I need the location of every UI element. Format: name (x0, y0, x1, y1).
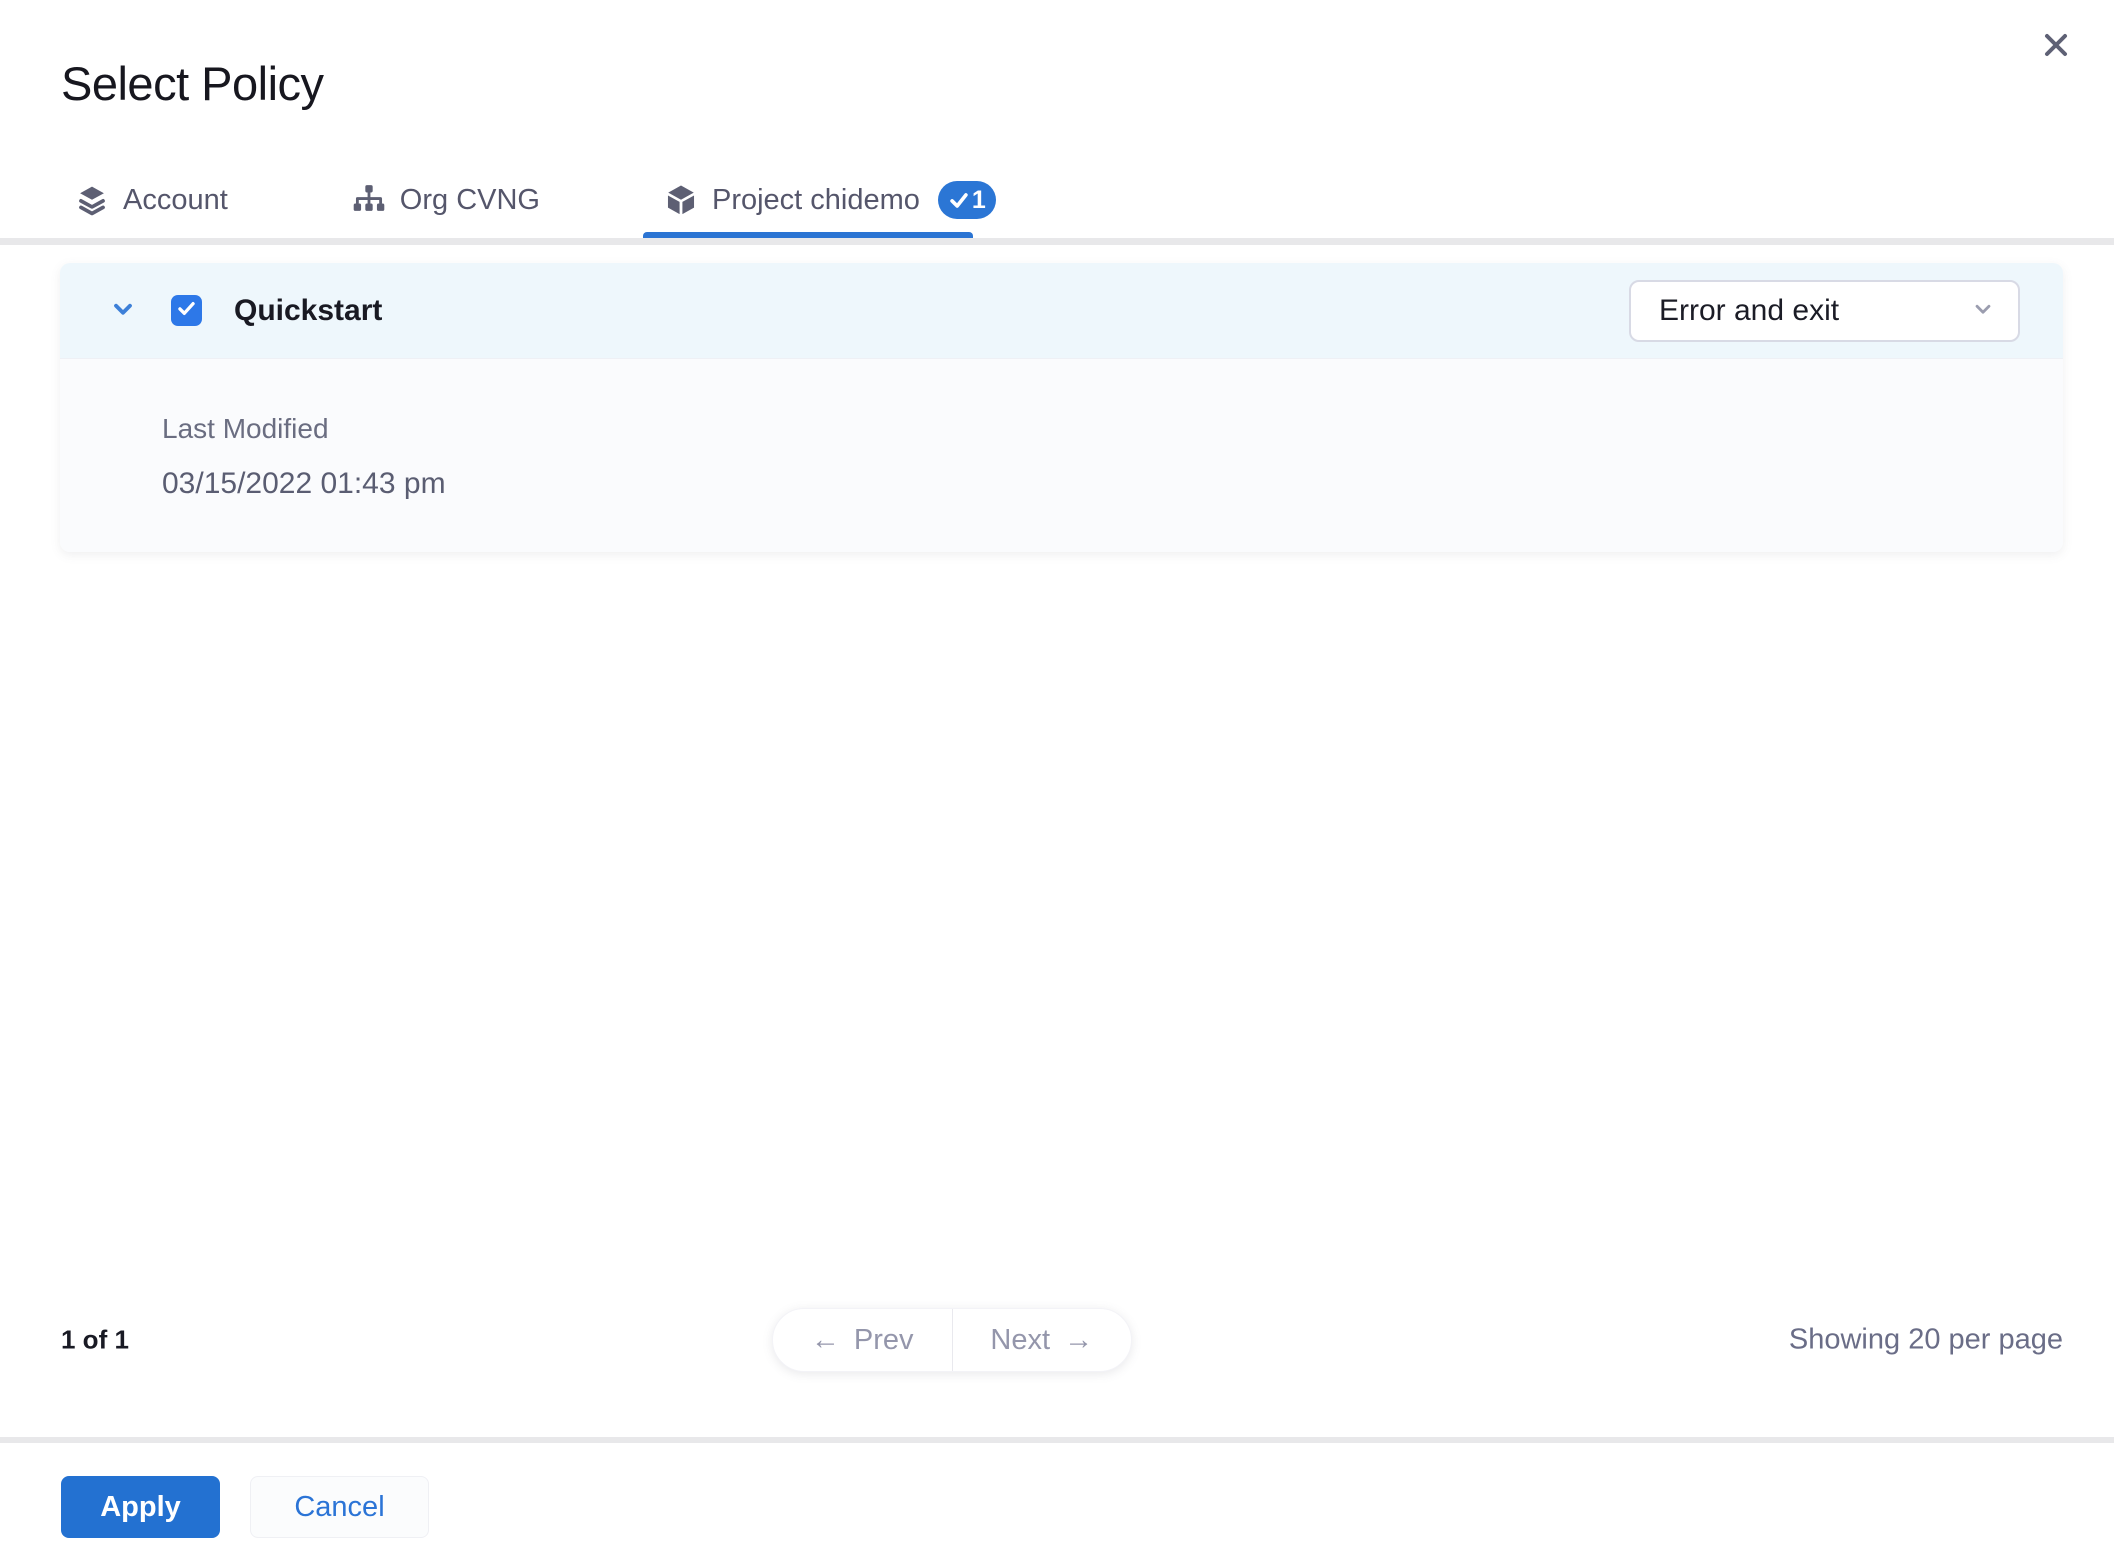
tab-project-label: Project chidemo (711, 183, 920, 216)
policy-panel: Quickstart Error and exit Last Modified … (60, 263, 2063, 552)
pager-pill: ← Prev Next → (772, 1308, 1132, 1372)
footer-actions: Apply Cancel (61, 1476, 429, 1538)
chevron-down-icon (108, 294, 138, 327)
selected-count: 1 (971, 185, 986, 214)
tab-account[interactable]: Account (75, 183, 228, 217)
close-icon (2041, 30, 2071, 63)
close-button[interactable] (2032, 22, 2080, 70)
select-value: Error and exit (1659, 293, 1840, 327)
sitemap-icon (352, 183, 386, 217)
check-icon (176, 298, 197, 324)
footer-divider (0, 1437, 2114, 1443)
arrow-right-icon: → (1064, 1323, 1094, 1356)
page-info: 1 of 1 (61, 1324, 129, 1355)
expand-row-button[interactable] (103, 291, 143, 331)
policy-name: Quickstart (234, 293, 383, 327)
selected-count-badge: 1 (937, 181, 996, 219)
page-title: Select Policy (61, 57, 324, 110)
chevron-down-icon (1970, 296, 1996, 325)
per-page-info: Showing 20 per page (1788, 1323, 2063, 1356)
scope-tabs: Account Org CVNG Project chidemo 1 (75, 172, 996, 228)
check-icon (950, 193, 968, 208)
tab-project-chidemo[interactable]: Project chidemo 1 (664, 181, 996, 219)
prev-label: Prev (853, 1323, 914, 1356)
policy-row: Quickstart Error and exit (60, 263, 2063, 358)
tabs-divider (0, 238, 2114, 245)
policy-details: Last Modified 03/15/2022 01:43 pm (60, 358, 2063, 552)
next-label: Next (990, 1323, 1051, 1356)
policy-checkbox[interactable] (171, 295, 202, 326)
prev-button[interactable]: ← Prev (773, 1309, 953, 1371)
pagination: 1 of 1 ← Prev Next → Showing 20 per page (61, 1308, 2063, 1372)
layers-icon (75, 183, 109, 217)
select-policy-modal: Select Policy Account Org CVNG Project c… (0, 0, 2114, 1546)
apply-button[interactable]: Apply (61, 1476, 220, 1538)
tab-org-cvng[interactable]: Org CVNG (352, 183, 540, 217)
cancel-button[interactable]: Cancel (250, 1476, 429, 1538)
tab-account-label: Account (123, 183, 228, 216)
policy-action-select[interactable]: Error and exit (1629, 279, 2020, 342)
next-button[interactable]: Next → (953, 1309, 1132, 1371)
last-modified-value: 03/15/2022 01:43 pm (162, 467, 446, 500)
last-modified-label: Last Modified (162, 413, 329, 444)
tab-org-label: Org CVNG (399, 183, 540, 216)
arrow-left-icon: ← (810, 1323, 840, 1356)
cube-icon (664, 183, 698, 217)
